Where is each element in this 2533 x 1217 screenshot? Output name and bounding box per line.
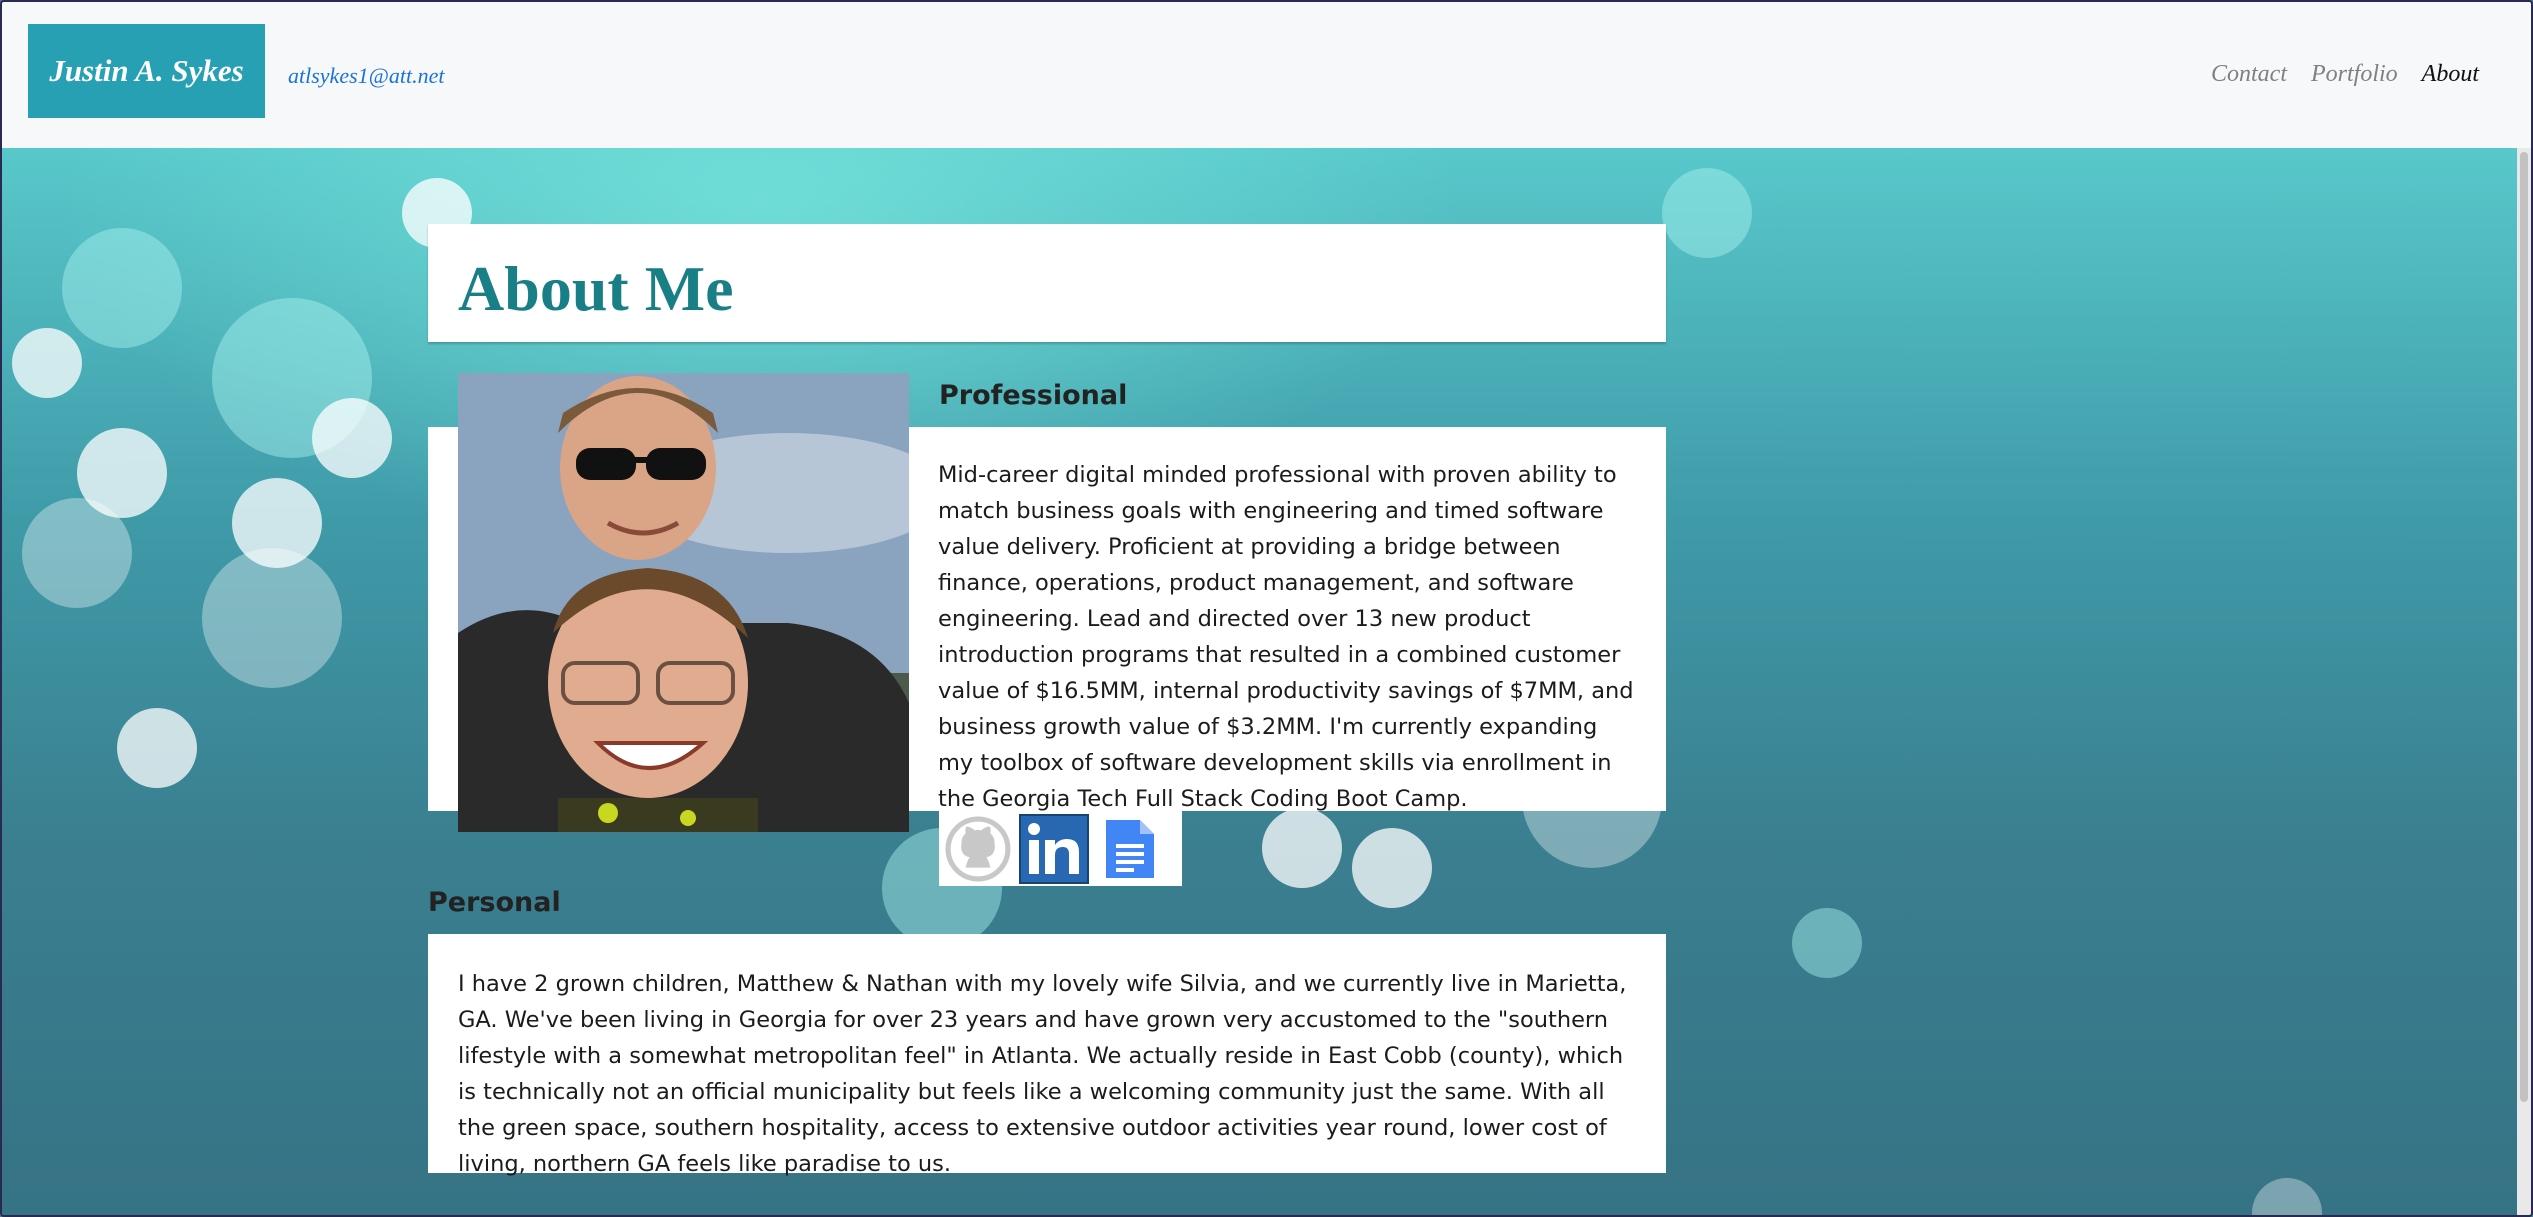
bokeh-light bbox=[62, 228, 182, 348]
bokeh-light bbox=[1792, 908, 1862, 978]
vertical-scrollbar[interactable] bbox=[2517, 148, 2531, 1215]
top-navbar: Justin A. Sykes atlsykes1@att.net Contac… bbox=[2, 2, 2531, 148]
linkedin-icon bbox=[1028, 822, 1079, 874]
bokeh-light bbox=[2252, 1178, 2322, 1215]
bokeh-light bbox=[202, 548, 342, 688]
nav-contact[interactable]: Contact bbox=[2211, 61, 2287, 88]
bokeh-light bbox=[22, 498, 132, 608]
bokeh-light bbox=[1352, 828, 1432, 908]
bokeh-light bbox=[312, 398, 392, 478]
scrollbar-thumb[interactable] bbox=[2520, 152, 2528, 1102]
nav-portfolio[interactable]: Portfolio bbox=[2311, 61, 2398, 88]
professional-body: Mid-career digital minded professional w… bbox=[938, 462, 1634, 812]
personal-body: I have 2 grown children, Matthew & Natha… bbox=[458, 971, 1627, 1177]
brand-logo[interactable]: Justin A. Sykes bbox=[28, 24, 265, 118]
bokeh-light bbox=[117, 708, 197, 788]
linkedin-link[interactable] bbox=[1019, 813, 1089, 884]
profile-photo-illustration bbox=[458, 373, 909, 832]
social-links bbox=[939, 811, 1182, 886]
personal-heading: Personal bbox=[428, 887, 561, 918]
nav-links: Contact Portfolio About bbox=[2211, 61, 2479, 88]
nav-about[interactable]: About bbox=[2422, 61, 2479, 88]
google-docs-icon bbox=[1106, 819, 1154, 878]
bokeh-light bbox=[1262, 808, 1342, 888]
personal-card: I have 2 grown children, Matthew & Natha… bbox=[428, 934, 1666, 1177]
profile-photo bbox=[458, 373, 909, 832]
email-link[interactable]: atlsykes1@att.net bbox=[288, 63, 444, 89]
browser-viewport: Justin A. Sykes atlsykes1@att.net Contac… bbox=[0, 0, 2533, 1217]
bokeh-light bbox=[12, 328, 82, 398]
title-card: About Me bbox=[428, 224, 1666, 342]
bokeh-light bbox=[1662, 168, 1752, 258]
professional-heading: Professional bbox=[939, 380, 1128, 411]
github-icon bbox=[945, 816, 1011, 881]
page-title: About Me bbox=[458, 253, 734, 324]
resume-link[interactable] bbox=[1095, 814, 1165, 884]
github-link[interactable] bbox=[943, 814, 1013, 884]
